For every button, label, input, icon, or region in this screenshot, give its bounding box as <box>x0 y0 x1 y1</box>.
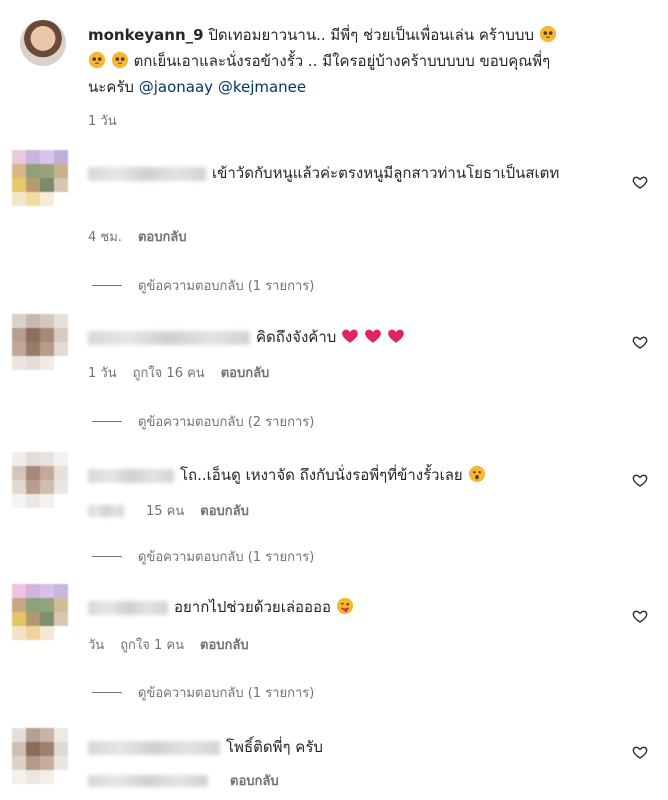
heart-outline-icon[interactable] <box>632 472 648 488</box>
hushed-face-emoji <box>468 465 485 483</box>
comment-timestamp: วัน <box>88 638 105 653</box>
divider-line <box>92 692 122 693</box>
comment-timestamp: 4 ชม. <box>88 230 122 245</box>
view-replies-label: ดูข้อความตอบกลับ (2 รายการ) <box>138 415 315 430</box>
comment-body: อยากไปช่วยด้วยเล่ออออ <box>174 598 332 616</box>
divider-line <box>92 285 122 286</box>
reply-button[interactable]: ตอบกลับ <box>200 634 249 655</box>
comment-text: โพธิ์ติดพี่ๆ ครับ <box>88 734 628 760</box>
comment-body: โพธิ์ติดพี่ๆ ครับ <box>226 738 323 756</box>
commenter-username[interactable] <box>88 740 220 755</box>
comment-likes[interactable]: ถูกใจ 1 คน <box>120 634 184 655</box>
comment-body: คิดถึงจังค้าบ <box>256 328 337 346</box>
post-caption: monkeyann_9 ปิดเทอมยาวนาน.. มีพี่ๆ ช่วยเ… <box>88 22 648 100</box>
comment-meta: 15 คน ตอบกลับ <box>88 500 249 521</box>
pleading-face-emoji <box>88 51 106 69</box>
commenter-username[interactable] <box>88 468 174 483</box>
caption-line-1: ปิดเทอมยาวนาน.. มีพี่ๆ ช่วยเป็นเพื่อนเล่… <box>208 26 534 44</box>
view-replies-button[interactable]: ดูข้อความตอบกลับ (2 รายการ) <box>92 411 314 432</box>
comment-body: เข้าวัดกับหนูแล้วค่ะตรงหนูมีลูกสาวท่านโย… <box>212 164 560 182</box>
comment-text: เข้าวัดกับหนูแล้วค่ะตรงหนูมีลูกสาวท่านโย… <box>88 160 628 186</box>
comment-text: คิดถึงจังค้าบ <box>88 324 628 350</box>
comment-likes[interactable]: 15 คน <box>146 500 184 521</box>
post-timestamp: 1 วัน <box>88 114 117 129</box>
caption-line-3: นะครับ <box>88 78 134 96</box>
comment-meta: วัน ถูกใจ 1 คน ตอบกลับ <box>88 634 249 655</box>
pleading-face-emoji <box>539 25 556 43</box>
commenter-avatar[interactable] <box>12 150 68 206</box>
post-username[interactable]: monkeyann_9 <box>88 26 204 44</box>
blurred-timestamp <box>88 504 124 517</box>
winking-tongue-face-emoji <box>336 597 353 615</box>
post-author-avatar[interactable] <box>20 20 66 66</box>
view-replies-button[interactable]: ดูข้อความตอบกลับ (1 รายการ) <box>92 546 314 567</box>
comment-meta: 1 วัน ถูกใจ 16 คน ตอบกลับ <box>88 362 269 383</box>
comment-likes[interactable]: ถูกใจ 16 คน <box>133 362 205 383</box>
comment-meta: ตอบกลับ <box>88 770 279 791</box>
reply-button[interactable]: ตอบกลับ <box>230 770 279 791</box>
commenter-avatar[interactable] <box>12 314 68 370</box>
heart-outline-icon[interactable] <box>632 608 648 624</box>
blurred-meta <box>88 774 208 787</box>
heart-outline-icon[interactable] <box>632 744 648 760</box>
divider-line <box>92 556 122 557</box>
commenter-avatar[interactable] <box>12 584 68 640</box>
commenter-avatar[interactable] <box>12 452 68 508</box>
comment-body: โถ..เอ็นดู เหงาจัด ถึงกับนั่งรอพี่ๆที่ข้… <box>180 466 463 484</box>
view-replies-button[interactable]: ดูข้อความตอบกลับ (1 รายการ) <box>92 275 314 296</box>
view-replies-label: ดูข้อความตอบกลับ (1 รายการ) <box>138 279 315 294</box>
comment-timestamp: 1 วัน <box>88 366 117 381</box>
comment-text: โถ..เอ็นดู เหงาจัด ถึงกับนั่งรอพี่ๆที่ข้… <box>88 462 628 488</box>
comment-text: อยากไปช่วยด้วยเล่ออออ <box>88 594 628 620</box>
heart-outline-icon[interactable] <box>632 174 648 190</box>
mention-link[interactable]: @jaonaay <box>139 78 213 96</box>
red-heart-emoji <box>342 329 358 343</box>
comment-meta: 4 ชม. ตอบกลับ <box>88 226 187 247</box>
reply-button[interactable]: ตอบกลับ <box>200 500 249 521</box>
commenter-username[interactable] <box>88 166 206 181</box>
heart-outline-icon[interactable] <box>632 334 648 350</box>
pleading-face-emoji <box>111 51 128 69</box>
commenter-avatar[interactable] <box>12 728 68 784</box>
divider-line <box>92 421 122 422</box>
view-replies-button[interactable]: ดูข้อความตอบกลับ (1 รายการ) <box>92 682 314 703</box>
red-heart-emoji <box>365 329 381 343</box>
reply-button[interactable]: ตอบกลับ <box>138 226 187 247</box>
caption-line-2: ตกเย็นเอาและนั่งรอข้างรั้ว .. มีใครอยู่บ… <box>133 52 551 70</box>
view-replies-label: ดูข้อความตอบกลับ (1 รายการ) <box>138 550 315 565</box>
commenter-username[interactable] <box>88 600 168 615</box>
mention-link[interactable]: @kejmanee <box>218 78 306 96</box>
view-replies-label: ดูข้อความตอบกลับ (1 รายการ) <box>138 686 315 701</box>
red-heart-emoji <box>387 329 404 343</box>
reply-button[interactable]: ตอบกลับ <box>221 362 270 383</box>
commenter-username[interactable] <box>88 330 250 345</box>
